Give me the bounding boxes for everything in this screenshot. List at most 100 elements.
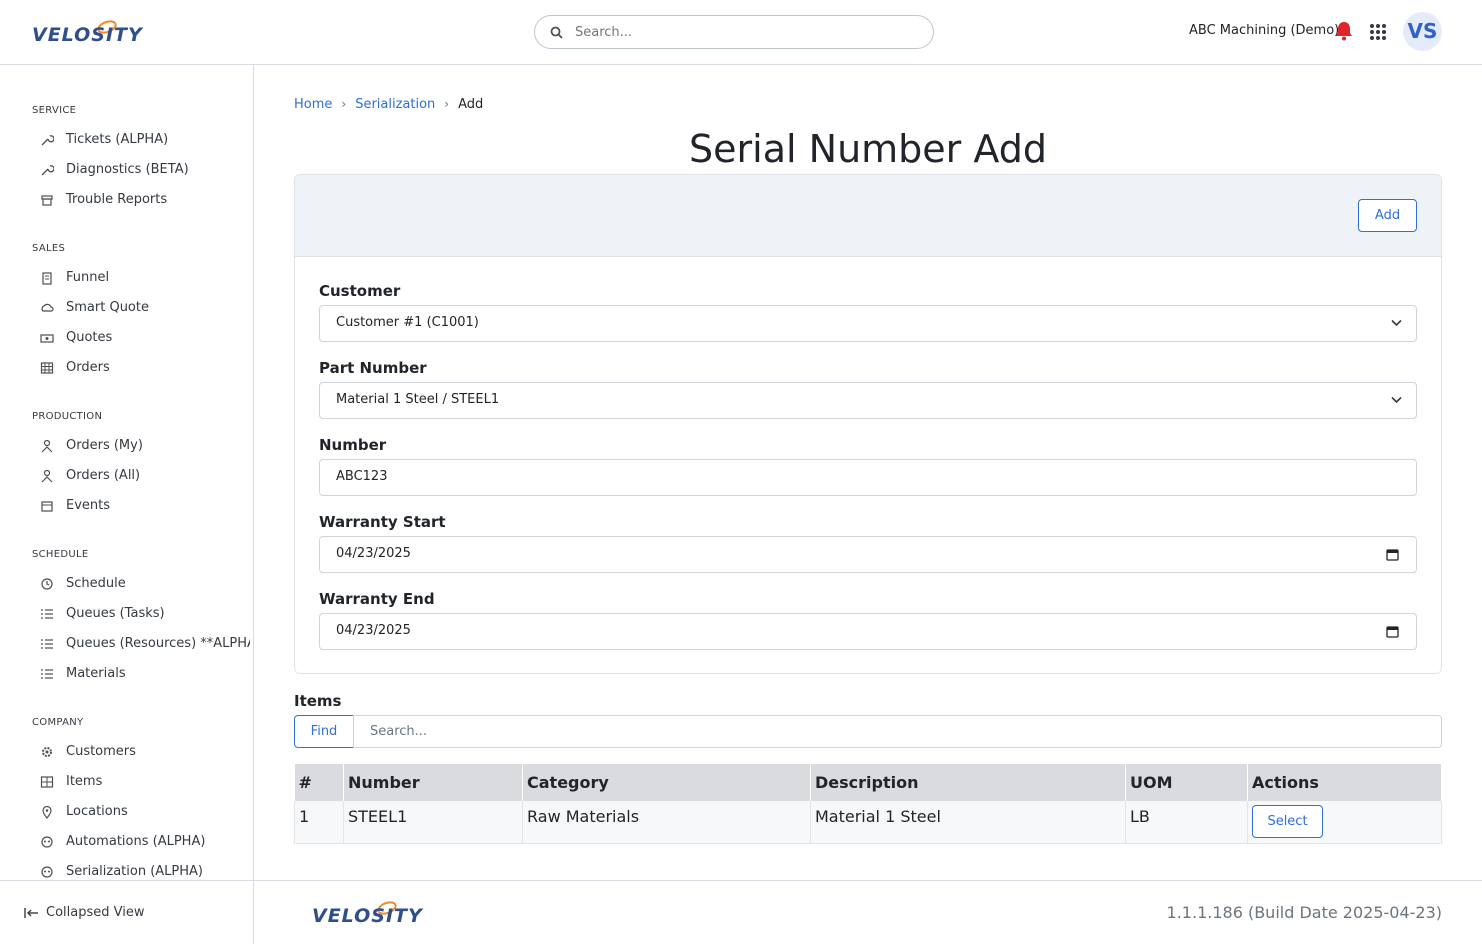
sidebar-item-events[interactable]: Events [40, 498, 250, 518]
velosity-logo[interactable]: VELOSITY [32, 18, 158, 48]
chevron-right-icon: › [341, 97, 347, 111]
wrench-icon [41, 164, 54, 175]
sidebar-item-serialization[interactable]: Serialization (ALPHA) [40, 864, 250, 880]
number-label: Number [319, 436, 387, 454]
apps-grid-icon[interactable] [1369, 23, 1387, 41]
page-title: Serial Number Add [689, 127, 1047, 171]
sidebar-section-company: COMPANY [32, 717, 84, 728]
sidebar-item-automations[interactable]: Automations (ALPHA) [40, 834, 250, 854]
table-row: 1 STEEL1 Raw Materials Material 1 Steel … [294, 801, 1442, 844]
part-number-value: Material 1 Steel / STEEL1 [336, 392, 500, 407]
avatar[interactable]: VS [1403, 12, 1442, 51]
person-icon [41, 469, 53, 482]
select-button[interactable]: Select [1252, 805, 1323, 838]
main-content: Home › Serialization › Add Serial Number Add… [254, 65, 1482, 880]
items-search-input[interactable]: Search... [353, 715, 1442, 748]
warranty-end-date[interactable]: 04/23/2025 [319, 613, 1417, 650]
version-info: 1.1.1.186 (Build Date 2025-04-23) [1166, 903, 1442, 922]
sidebar-item-schedule[interactable]: Schedule [40, 576, 250, 596]
collapse-view-button[interactable]: Collapsed View [24, 905, 144, 920]
collapse-arrow-icon [24, 907, 38, 918]
cell-number: STEEL1 [343, 801, 523, 844]
cell-description: Material 1 Steel [810, 801, 1126, 844]
sidebar-item-queues-tasks[interactable]: Queues (Tasks) [40, 606, 250, 626]
sidebar-item-items[interactable]: Items [40, 774, 250, 794]
sidebar-section-production: PRODUCTION [32, 411, 103, 422]
customer-value: Customer #1 (C1001) [336, 315, 479, 330]
sidebar-item-quotes[interactable]: Quotes [40, 330, 250, 350]
sidebar-item-funnel[interactable]: Funnel [40, 270, 250, 290]
cell-category: Raw Materials [522, 801, 811, 844]
footer-logo-text: VELOSITY [312, 905, 423, 927]
collapse-view-label: Collapsed View [46, 905, 145, 920]
company-name[interactable]: ABC Machining (Demo) [1189, 23, 1339, 38]
footer-logo: VELOSITY [312, 901, 423, 927]
calendar-icon[interactable] [1386, 548, 1399, 561]
global-search-input[interactable] [575, 22, 915, 42]
breadcrumb-serialization[interactable]: Serialization [355, 97, 435, 112]
col-index: # [294, 764, 344, 801]
sidebar-item-orders-all[interactable]: Orders (All) [40, 468, 250, 488]
sidebar-item-customers[interactable]: Customers [40, 744, 250, 764]
calendar-icon[interactable] [1386, 625, 1399, 638]
sidebar-item-orders[interactable]: Orders [40, 360, 250, 380]
sidebar-item-orders-my[interactable]: Orders (My) [40, 438, 250, 458]
calendar-icon [41, 500, 53, 512]
card-header: Add [295, 175, 1441, 257]
serial-form-card: Add Customer Customer #1 (C1001) Part Nu… [294, 174, 1442, 674]
sidebar-footer: Collapsed View [0, 880, 253, 944]
bell-icon[interactable] [1335, 21, 1353, 41]
sidebar: SERVICE Tickets (ALPHA) Diagnostics (BET… [0, 65, 254, 944]
cell-index: 1 [294, 801, 344, 844]
building-icon [42, 271, 52, 285]
warranty-start-date[interactable]: 04/23/2025 [319, 536, 1417, 573]
breadcrumb-home[interactable]: Home [294, 97, 332, 112]
sidebar-section-sales: SALES [32, 243, 66, 254]
person-icon [41, 439, 53, 452]
cell-uom: LB [1125, 801, 1248, 844]
wrench-icon [41, 134, 54, 145]
warranty-start-label: Warranty Start [319, 513, 446, 531]
part-number-label: Part Number [319, 359, 427, 377]
part-number-select[interactable]: Material 1 Steel / STEEL1 [319, 382, 1417, 419]
sidebar-section-service: SERVICE [32, 105, 77, 116]
add-button[interactable]: Add [1358, 199, 1417, 232]
items-heading: Items [294, 692, 342, 710]
col-number: Number [343, 764, 523, 801]
col-category: Category [522, 764, 811, 801]
sidebar-item-queues-resources[interactable]: Queues (Resources) **ALPHA** [40, 636, 250, 656]
number-field[interactable]: ABC123 [319, 459, 1417, 496]
sidebar-item-tickets[interactable]: Tickets (ALPHA) [40, 132, 250, 152]
chevron-right-icon: › [444, 97, 450, 111]
pin-icon [42, 805, 52, 819]
sidebar-item-smart-quote[interactable]: Smart Quote [40, 300, 250, 320]
cloud-icon [41, 303, 54, 312]
footer: VELOSITY 1.1.1.186 (Build Date 2025-04-2… [254, 880, 1482, 944]
sidebar-item-diagnostics[interactable]: Diagnostics (BETA) [40, 162, 250, 182]
find-button[interactable]: Find [294, 715, 354, 748]
sidebar-item-locations[interactable]: Locations [40, 804, 250, 824]
warranty-end-label: Warranty End [319, 590, 435, 608]
clock-icon [41, 577, 53, 590]
sidebar-section-schedule: SCHEDULE [32, 549, 89, 560]
cell-actions: Select [1247, 801, 1442, 844]
breadcrumb: Home › Serialization › Add [294, 97, 483, 112]
money-icon [40, 333, 54, 343]
global-search[interactable] [534, 15, 934, 49]
col-uom: UOM [1125, 764, 1248, 801]
list-icon [41, 668, 53, 679]
number-value: ABC123 [336, 469, 388, 484]
logo-text: VELOSITY [32, 24, 143, 46]
sidebar-item-trouble-reports[interactable]: Trouble Reports [40, 192, 250, 212]
warranty-end-value: 04/23/2025 [336, 623, 411, 638]
customer-label: Customer [319, 282, 401, 300]
col-actions: Actions [1247, 764, 1442, 801]
items-search-placeholder: Search... [370, 724, 428, 739]
list-icon [41, 638, 53, 649]
sidebar-item-materials[interactable]: Materials [40, 666, 250, 686]
breadcrumb-current: Add [458, 97, 484, 112]
customer-select[interactable]: Customer #1 (C1001) [319, 305, 1417, 342]
table-icon [40, 361, 54, 374]
col-description: Description [810, 764, 1126, 801]
sidebar-scroll[interactable]: SERVICE Tickets (ALPHA) Diagnostics (BET… [0, 65, 253, 880]
